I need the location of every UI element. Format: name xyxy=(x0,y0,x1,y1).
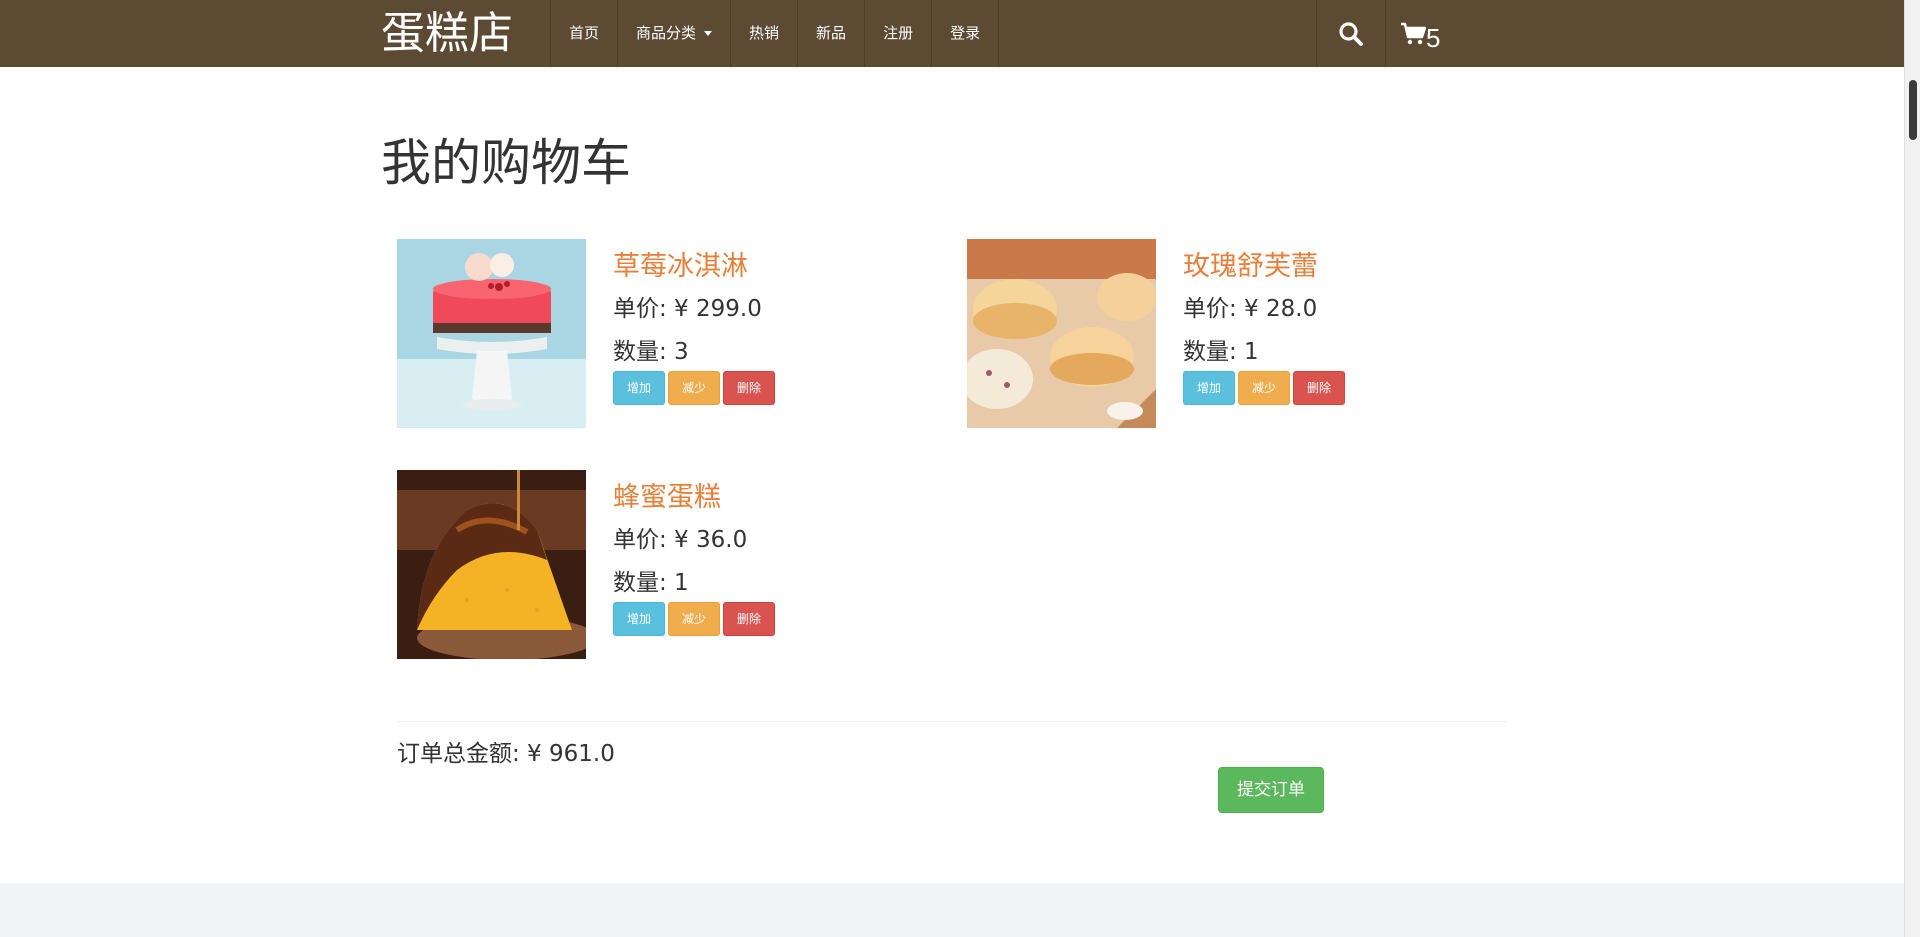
cart-count-badge: 5 xyxy=(1426,22,1441,53)
brand-logo[interactable]: 蛋糕店 xyxy=(381,4,513,63)
item-actions: 增加 减少 删除 xyxy=(613,602,776,636)
product-image-strawberry-cake[interactable] xyxy=(397,239,586,428)
delete-button[interactable]: 删除 xyxy=(723,371,776,405)
nav-hot[interactable]: 热销 xyxy=(731,0,799,67)
increase-button[interactable]: 增加 xyxy=(613,371,666,405)
cart-item: 玫瑰舒芙蕾 单价: ¥ 28.0 数量: 1 增加 减少 删除 xyxy=(967,239,1427,429)
item-name[interactable]: 玫瑰舒芙蕾 xyxy=(1183,251,1318,283)
search-icon xyxy=(1339,22,1363,46)
product-image-rose-souffle[interactable] xyxy=(967,239,1156,428)
footer xyxy=(0,883,1904,937)
increase-button[interactable]: 增加 xyxy=(1183,371,1236,405)
item-name[interactable]: 蜂蜜蛋糕 xyxy=(613,482,721,514)
order-total: 订单总金额: ¥ 961.0 xyxy=(397,741,615,767)
cart-item: 蜂蜜蛋糕 单价: ¥ 36.0 数量: 1 增加 减少 删除 xyxy=(397,470,857,660)
main-nav: 首页 商品分类 热销 新品 注册 登录 xyxy=(550,0,1000,67)
decrease-button[interactable]: 减少 xyxy=(1238,371,1291,405)
delete-button[interactable]: 删除 xyxy=(723,602,776,636)
scrollbar-thumb[interactable] xyxy=(1909,80,1917,140)
product-image-honey-cake[interactable] xyxy=(397,470,586,659)
submit-order-button[interactable]: 提交订单 xyxy=(1218,767,1324,813)
item-actions: 增加 减少 删除 xyxy=(1183,371,1346,405)
nav-categories-label: 商品分类 xyxy=(636,24,697,42)
decrease-button[interactable]: 减少 xyxy=(668,602,721,636)
cart-item: 草莓冰淇淋 单价: ¥ 299.0 数量: 3 增加 减少 删除 xyxy=(397,239,857,429)
item-quantity: 数量: 3 xyxy=(613,339,689,365)
caret-down-icon xyxy=(704,31,713,36)
item-price: 单价: ¥ 28.0 xyxy=(1183,296,1318,322)
item-price: 单价: ¥ 36.0 xyxy=(613,527,748,553)
item-name[interactable]: 草莓冰淇淋 xyxy=(613,251,748,283)
nav-new[interactable]: 新品 xyxy=(798,0,866,67)
item-quantity: 数量: 1 xyxy=(1183,339,1259,365)
cart-button[interactable]: 5 xyxy=(1386,0,1454,67)
decrease-button[interactable]: 减少 xyxy=(668,371,721,405)
delete-button[interactable]: 删除 xyxy=(1293,371,1346,405)
item-quantity: 数量: 1 xyxy=(613,570,689,596)
nav-categories-dropdown[interactable]: 商品分类 xyxy=(618,0,732,67)
item-price: 单价: ¥ 299.0 xyxy=(613,296,762,322)
cart-icon xyxy=(1401,22,1426,44)
nav-home[interactable]: 首页 xyxy=(551,0,619,67)
page-scrollbar[interactable] xyxy=(1904,0,1920,937)
page-title: 我的购物车 xyxy=(381,134,631,192)
divider xyxy=(397,721,1507,722)
item-actions: 增加 减少 删除 xyxy=(613,371,776,405)
nav-login[interactable]: 登录 xyxy=(932,0,1000,67)
top-navbar: 蛋糕店 首页 商品分类 热销 新品 注册 登录 5 xyxy=(0,0,1904,67)
nav-actions: 5 xyxy=(1316,0,1454,67)
search-button[interactable] xyxy=(1317,0,1386,67)
nav-register[interactable]: 注册 xyxy=(865,0,933,67)
increase-button[interactable]: 增加 xyxy=(613,602,666,636)
